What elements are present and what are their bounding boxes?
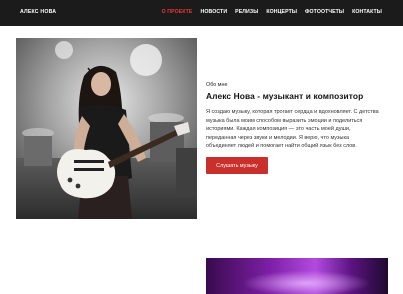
nav-link-news[interactable]: НОВОСТИ <box>201 9 228 15</box>
section-kicker: Обо мне <box>206 82 228 88</box>
listen-music-button[interactable]: Слушать музыку <box>206 157 268 174</box>
nav-link-about[interactable]: О ПРОЕКТЕ <box>162 9 193 15</box>
main-nav: О ПРОЕКТЕ НОВОСТИ РЕЛИЗЫ КОНЦЕРТЫ ФОТООТ… <box>162 9 382 15</box>
nav-link-photo-reports[interactable]: ФОТООТЧЕТЫ <box>305 9 344 15</box>
about-text-line: Я создаю музыку, которая трогает сердца … <box>206 109 379 115</box>
top-navigation-bar: АЛЕКС НОВА О ПРОЕКТЕ НОВОСТИ РЕЛИЗЫ КОНЦ… <box>0 0 403 26</box>
about-text-line: объединяет людей и помогает найти общий … <box>206 143 357 150</box>
nav-link-releases[interactable]: РЕЛИЗЫ <box>235 9 258 15</box>
nav-link-contacts[interactable]: КОНТАКТЫ <box>352 9 382 15</box>
about-section: Обо мне Алекс Нова - музыкант и композит… <box>206 82 396 151</box>
concert-photo-preview <box>206 258 388 294</box>
brand-logo-text[interactable]: АЛЕКС НОВА <box>20 9 56 15</box>
nav-link-concerts[interactable]: КОНЦЕРТЫ <box>266 9 297 15</box>
about-text-line: историями. Каждая композиция — это часть… <box>206 126 351 133</box>
about-text-line: переданная через звуки и мелодии. Я верю… <box>206 134 350 141</box>
musician-photo <box>16 38 197 219</box>
about-text-line: музыка была моим способом выразить эмоци… <box>206 117 363 124</box>
page-title: Алекс Нова - музыкант и композитор <box>206 91 364 101</box>
about-text: Я создаю музыку, которая трогает сердца … <box>206 108 396 151</box>
